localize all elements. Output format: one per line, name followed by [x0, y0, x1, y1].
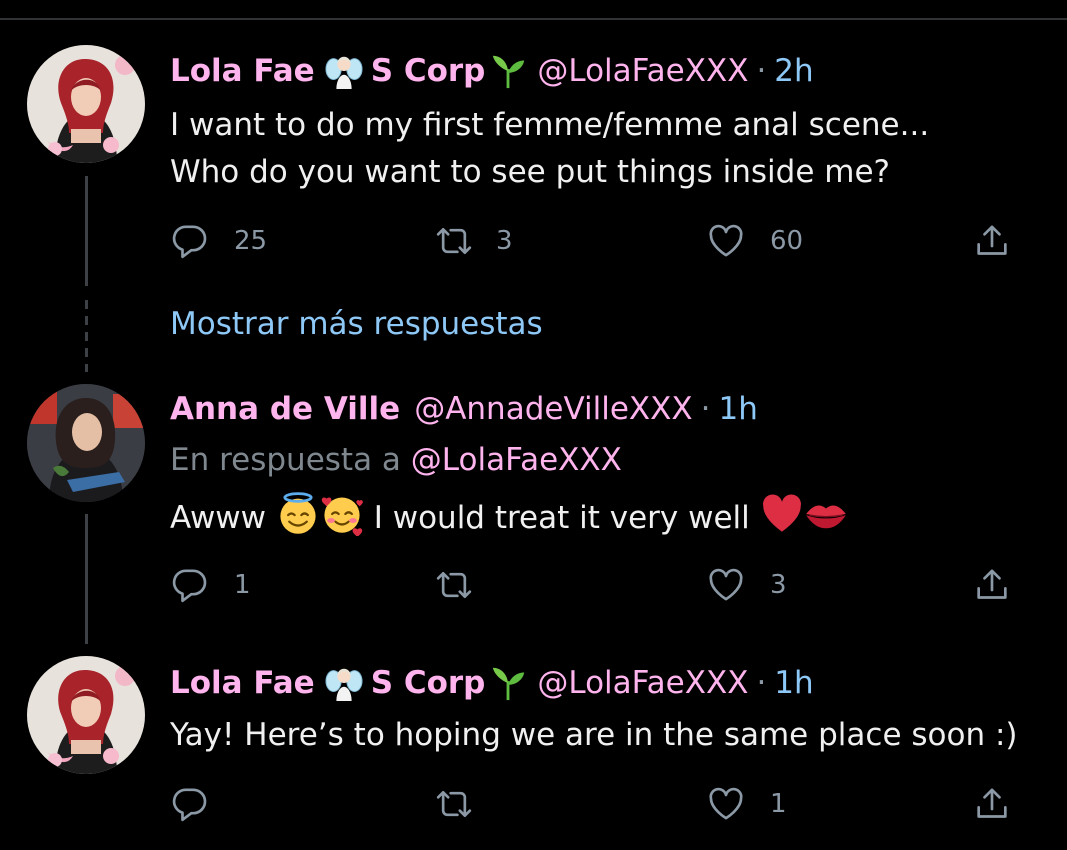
tweet-actions: 25 3 60 [170, 218, 1030, 264]
retweet-button[interactable] [434, 562, 498, 608]
retweet-icon [434, 221, 474, 261]
retweet-count: 3 [496, 226, 513, 256]
seedling-emoji [489, 664, 527, 702]
kiss-mark-emoji [804, 492, 848, 536]
share-button[interactable] [972, 218, 1012, 264]
tweet-actions: 1 [170, 781, 1030, 827]
smiling-face-with-hearts-emoji [320, 492, 364, 536]
timestamp[interactable]: 1h [774, 665, 813, 701]
retweet-icon [434, 565, 474, 605]
timestamp[interactable]: 1h [718, 391, 757, 427]
reply-count: 1 [234, 570, 251, 600]
reply-icon [170, 784, 210, 824]
author-name[interactable]: Lola Fae [170, 665, 315, 701]
top-divider [0, 18, 1067, 20]
like-button[interactable]: 1 [706, 781, 787, 827]
reply-prefix: En respuesta a [170, 442, 401, 478]
author-name-suffix[interactable]: S Corp [371, 665, 486, 701]
tweet-header: Lola Fae S Corp @LolaFaeXXX · 1h [170, 660, 814, 706]
tweet-text-part: Awww [170, 500, 267, 536]
like-button[interactable]: 3 [706, 562, 787, 608]
like-count: 60 [770, 226, 804, 256]
retweet-button[interactable]: 3 [434, 218, 513, 264]
author-name[interactable]: Lola Fae [170, 53, 315, 89]
tweet-text: Yay! Here’s to hoping we are in the same… [170, 712, 1018, 759]
seedling-emoji [489, 52, 527, 90]
thread-connector [85, 176, 88, 286]
reply-button[interactable]: 25 [170, 218, 267, 264]
separator: · [756, 53, 767, 89]
like-icon [706, 565, 746, 605]
fairy-emoji [325, 664, 363, 702]
author-handle[interactable]: @AnnadeVilleXXX [414, 391, 692, 427]
separator: · [756, 665, 767, 701]
reply-button[interactable] [170, 781, 234, 827]
tweet-text: I want to do my first femme/femme anal s… [170, 102, 929, 196]
author-handle[interactable]: @LolaFaeXXX [537, 53, 748, 89]
author-name[interactable]: Anna de Ville [170, 391, 400, 427]
reply-count: 25 [234, 226, 268, 256]
thread-gap-indicator [85, 300, 88, 372]
like-icon [706, 784, 746, 824]
share-icon [972, 221, 1012, 261]
smiling-face-with-halo-emoji [276, 492, 320, 536]
retweet-button[interactable] [434, 781, 498, 827]
thread-connector [85, 514, 88, 644]
author-handle[interactable]: @LolaFaeXXX [537, 665, 748, 701]
like-count: 3 [770, 570, 787, 600]
avatar[interactable] [27, 384, 145, 502]
tweet-text-line: Yay! Here’s to hoping we are in the same… [170, 717, 1018, 753]
reply-button[interactable]: 1 [170, 562, 251, 608]
avatar[interactable] [27, 45, 145, 163]
like-icon [706, 221, 746, 261]
tweet-text: Awww I would treat it very well [170, 492, 848, 542]
separator: · [700, 391, 711, 427]
share-button[interactable] [972, 562, 1012, 608]
tweet-header: Anna de Ville @AnnadeVilleXXX · 1h [170, 386, 758, 432]
reply-icon [170, 221, 210, 261]
tweet-actions: 1 3 [170, 562, 1030, 608]
retweet-icon [434, 784, 474, 824]
tweet-text-line: Who do you want to see put things inside… [170, 154, 890, 190]
share-icon [972, 565, 1012, 605]
like-count: 1 [770, 789, 787, 819]
share-icon [972, 784, 1012, 824]
show-more-replies-link[interactable]: Mostrar más respuestas [170, 306, 543, 342]
reply-mention[interactable]: @LolaFaeXXX [411, 442, 622, 478]
like-button[interactable]: 60 [706, 218, 803, 264]
share-button[interactable] [972, 781, 1012, 827]
red-heart-emoji [760, 492, 804, 536]
tweet-header: Lola Fae S Corp @LolaFaeXXX · 2h [170, 48, 814, 94]
reply-icon [170, 565, 210, 605]
author-name-suffix[interactable]: S Corp [371, 53, 486, 89]
avatar[interactable] [27, 656, 145, 774]
tweet-text-line: I want to do my first femme/femme anal s… [170, 107, 930, 143]
fairy-emoji [325, 52, 363, 90]
timestamp[interactable]: 2h [774, 53, 813, 89]
reply-context: En respuesta a @LolaFaeXXX [170, 442, 622, 478]
tweet-text-part: I would treat it very well [373, 500, 750, 536]
